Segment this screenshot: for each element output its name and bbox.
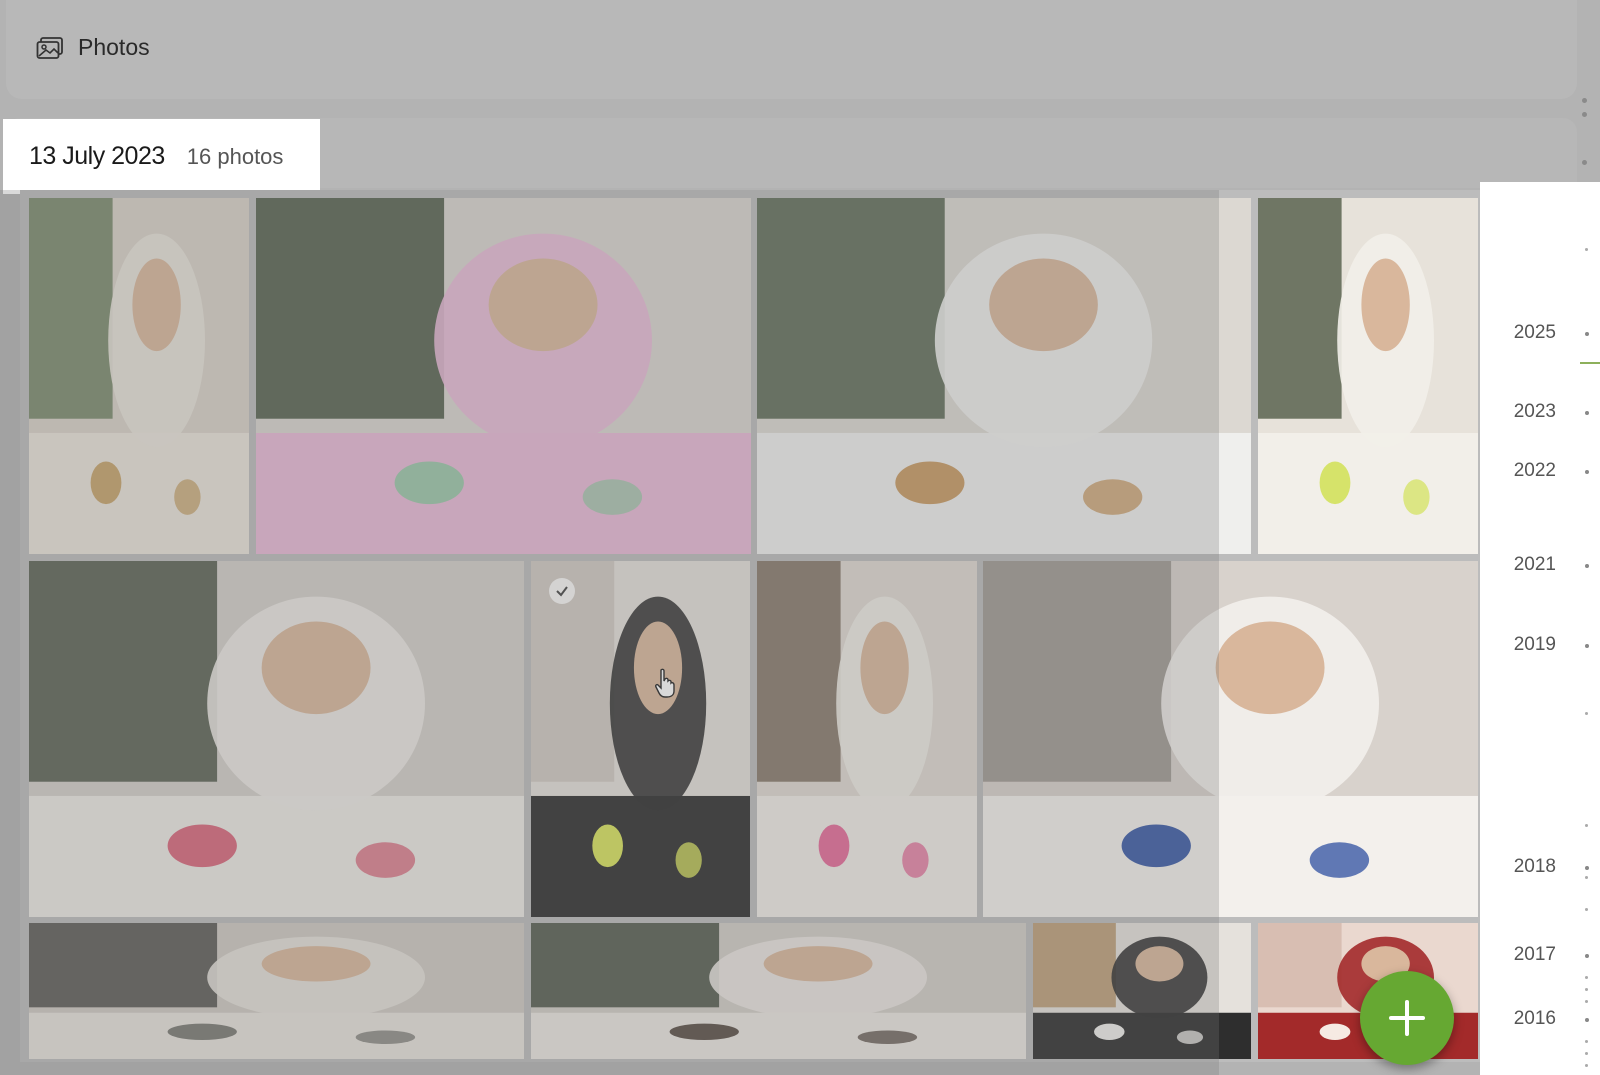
timeline-year-label[interactable]: 2022 [1514, 460, 1556, 482]
photo-tile[interactable] [757, 198, 1251, 554]
timeline-tick [1585, 866, 1589, 870]
timeline-tick [1585, 908, 1588, 911]
photo-tile[interactable] [1258, 198, 1478, 554]
photo-image [29, 923, 524, 1059]
timeline-tick [1585, 954, 1589, 958]
timeline-tick [1585, 976, 1588, 979]
timeline-tick [1585, 1040, 1588, 1043]
photo-tile[interactable] [29, 561, 524, 917]
photo-image [531, 561, 750, 917]
timeline-year-label[interactable]: 2018 [1514, 856, 1556, 878]
group-photo-count: 16 photos [186, 143, 284, 169]
year-timeline-scrubber[interactable]: 2025 2023 2022 2021 2019 2018 2017 2016 [1480, 182, 1600, 1075]
timeline-tick [1585, 644, 1589, 648]
photo-image [1033, 923, 1251, 1059]
timeline-year-label[interactable]: 2023 [1514, 401, 1556, 423]
photo-tile[interactable] [983, 561, 1478, 917]
timeline-tick [1585, 248, 1588, 251]
app-title: Photos [78, 34, 150, 60]
photo-image [29, 198, 249, 554]
more-options-icon[interactable] [1582, 98, 1588, 168]
photo-tile[interactable] [256, 198, 751, 554]
photo-image [1258, 198, 1478, 554]
photo-image [256, 198, 751, 554]
timeline-year-label[interactable]: 2016 [1514, 1008, 1556, 1030]
timeline-position-indicator [1580, 362, 1600, 364]
photo-tile[interactable] [531, 561, 750, 917]
select-checkbox[interactable] [549, 578, 575, 604]
timeline-tick [1585, 332, 1589, 336]
add-photo-button[interactable] [1360, 971, 1454, 1065]
photo-image [757, 198, 1251, 554]
photo-tile[interactable] [531, 923, 1026, 1059]
timeline-tick [1585, 470, 1589, 474]
hand-pointer-icon [654, 668, 676, 698]
timeline-tick [1585, 1018, 1589, 1022]
group-date: 13 July 2023 [29, 142, 165, 170]
plus-icon [1389, 1000, 1425, 1036]
photo-tile[interactable] [29, 198, 249, 554]
check-icon [556, 586, 568, 597]
photo-image [983, 561, 1478, 917]
photo-image [531, 923, 1026, 1059]
photo-tile[interactable] [1033, 923, 1251, 1059]
photo-tile[interactable] [757, 561, 977, 917]
photo-image [29, 561, 524, 917]
timeline-year-label[interactable]: 2019 [1514, 634, 1556, 656]
timeline-tick [1585, 876, 1588, 879]
app-header: Photos [6, 0, 1577, 99]
timeline-tick [1585, 824, 1588, 827]
timeline-year-label[interactable]: 2021 [1514, 554, 1556, 576]
photo-gallery-icon [36, 36, 64, 60]
photo-image [757, 561, 977, 917]
timeline-tick [1585, 1000, 1588, 1003]
date-group-header[interactable]: 13 July 2023 16 photos [3, 119, 320, 194]
timeline-tick [1585, 712, 1588, 715]
photo-tile[interactable] [29, 923, 524, 1059]
timeline-tick [1585, 988, 1588, 991]
timeline-tick [1585, 564, 1589, 568]
timeline-tick [1585, 411, 1589, 415]
timeline-tick [1585, 1064, 1588, 1067]
timeline-year-label[interactable]: 2017 [1514, 944, 1556, 966]
timeline-tick [1585, 1052, 1588, 1055]
timeline-year-label[interactable]: 2025 [1514, 322, 1556, 344]
